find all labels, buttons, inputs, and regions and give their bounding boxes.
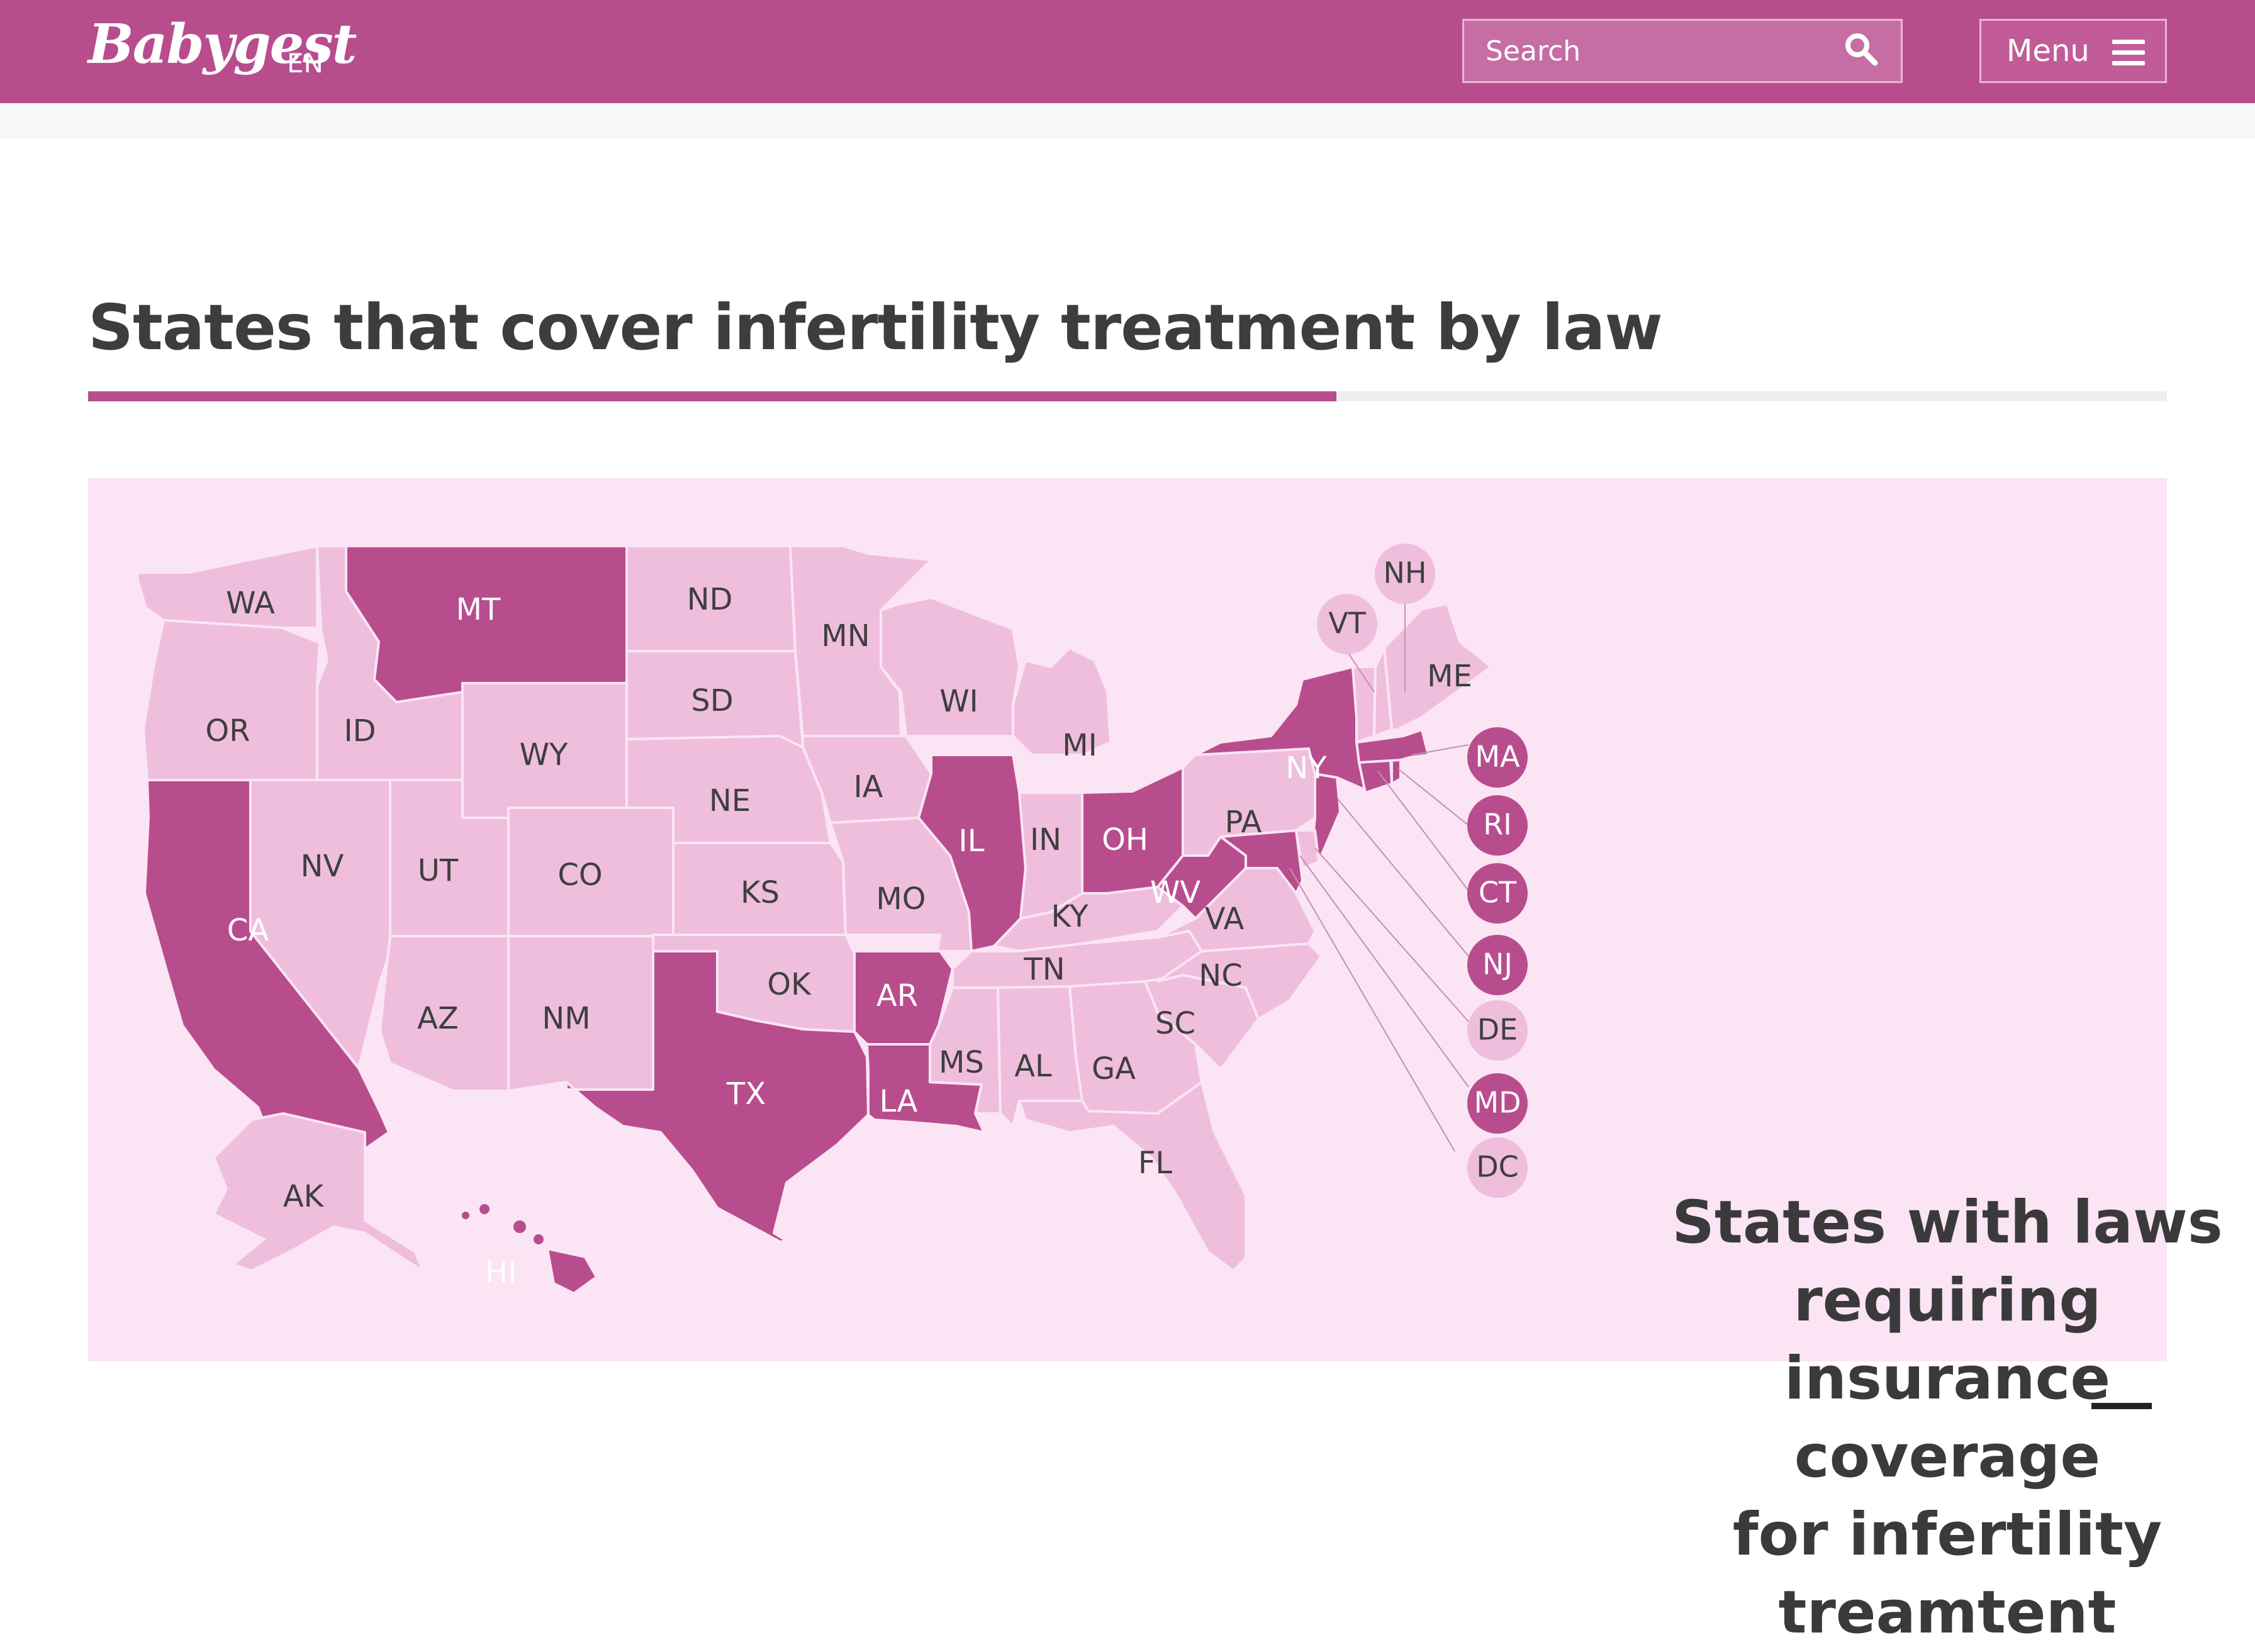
page-footer-edge xyxy=(2091,1403,2152,1409)
coverage-map-panel: WA OR CA ID NV MT WY UT AZ CO NM ND SD NE KS OK TX MN IA MO… xyxy=(88,478,2223,1647)
state-label-sd: SD xyxy=(691,683,733,718)
state-ri[interactable] xyxy=(1390,759,1402,785)
state-label-az: AZ xyxy=(417,1001,459,1036)
small-state-label-ma: MA xyxy=(1475,740,1520,774)
state-hi[interactable] xyxy=(459,1202,598,1295)
state-label-tn: TN xyxy=(1023,952,1065,987)
state-label-ks: KS xyxy=(741,875,780,910)
small-state-label-ri: RI xyxy=(1483,808,1512,842)
title-underline-accent xyxy=(88,391,1336,401)
state-label-ut: UT xyxy=(418,853,459,888)
state-label-oh: OH xyxy=(1102,822,1148,857)
state-vt[interactable] xyxy=(1351,666,1377,744)
state-label-nm: NM xyxy=(542,1001,590,1036)
page-title: States that cover infertility treatment … xyxy=(88,291,1663,364)
map-heading-line: requiring xyxy=(1793,1266,2101,1335)
state-label-nc: NC xyxy=(1199,958,1242,993)
search-icon[interactable] xyxy=(1842,30,1880,68)
small-state-label-dc: DC xyxy=(1476,1150,1519,1184)
map-heading-line: insurance xyxy=(1784,1344,2111,1413)
state-label-tx: TX xyxy=(726,1076,766,1112)
state-label-wy: WY xyxy=(520,737,568,773)
menu-button[interactable]: Menu xyxy=(1979,19,2167,83)
state-label-al: AL xyxy=(1014,1049,1052,1084)
top-navigation-bar: Babygest EN Menu xyxy=(0,0,2255,103)
state-label-me: ME xyxy=(1427,659,1472,694)
state-label-ny: NY xyxy=(1285,751,1327,786)
state-label-mi: MI xyxy=(1062,728,1097,763)
state-label-ms: MS xyxy=(939,1045,984,1080)
state-label-mo: MO xyxy=(876,881,926,917)
map-heading-line: coverage xyxy=(1794,1422,2101,1491)
state-label-sc: SC xyxy=(1155,1006,1195,1041)
map-heading: States with laws requiring insurance cov… xyxy=(1623,1184,2255,1652)
state-or[interactable] xyxy=(142,619,321,781)
state-label-wi: WI xyxy=(939,684,978,719)
search-box xyxy=(1462,19,1903,83)
state-label-id: ID xyxy=(344,713,376,749)
language-selector[interactable]: EN xyxy=(287,48,323,79)
state-label-ca: CA xyxy=(227,913,269,948)
small-state-label-nh: NH xyxy=(1384,556,1427,590)
map-heading-line: for infertility xyxy=(1732,1500,2163,1569)
state-label-nd: ND xyxy=(687,582,733,617)
state-label-hi: HI xyxy=(485,1255,517,1290)
state-label-nv: NV xyxy=(301,849,344,884)
state-label-mn: MN xyxy=(821,618,870,654)
menu-label: Menu xyxy=(2006,33,2090,69)
state-label-la: LA xyxy=(880,1084,918,1119)
hamburger-icon xyxy=(2112,40,2145,66)
small-state-label-md: MD xyxy=(1474,1086,1521,1120)
state-label-pa: PA xyxy=(1225,805,1262,840)
state-label-ak: AK xyxy=(283,1179,325,1214)
small-state-label-de: DE xyxy=(1477,1013,1518,1047)
state-label-ar: AR xyxy=(876,978,918,1013)
state-shapes xyxy=(136,545,1492,1295)
state-ct[interactable] xyxy=(1358,759,1393,794)
state-label-ga: GA xyxy=(1092,1051,1136,1086)
map-heading-line: treamtent xyxy=(1778,1578,2117,1647)
state-label-ky: KY xyxy=(1051,899,1088,934)
small-state-label-ct: CT xyxy=(1479,876,1517,910)
search-input[interactable] xyxy=(1464,21,1842,81)
state-label-ia: IA xyxy=(854,769,883,805)
state-label-mt: MT xyxy=(456,592,501,627)
state-label-fl: FL xyxy=(1138,1146,1173,1181)
state-label-wv: WV xyxy=(1150,875,1200,910)
state-label-co: CO xyxy=(557,857,602,893)
state-label-ne: NE xyxy=(709,783,751,818)
state-label-ok: OK xyxy=(767,967,812,1002)
state-label-il: IL xyxy=(959,823,985,859)
header-shadow-strip xyxy=(0,103,2255,138)
map-heading-line: States with laws xyxy=(1672,1188,2223,1257)
state-label-wa: WA xyxy=(226,586,275,621)
state-label-or: OR xyxy=(205,713,250,749)
state-label-va: VA xyxy=(1205,901,1245,937)
state-label-in: IN xyxy=(1030,822,1061,857)
small-state-label-vt: VT xyxy=(1328,606,1366,640)
small-state-label-nj: NJ xyxy=(1482,947,1513,981)
